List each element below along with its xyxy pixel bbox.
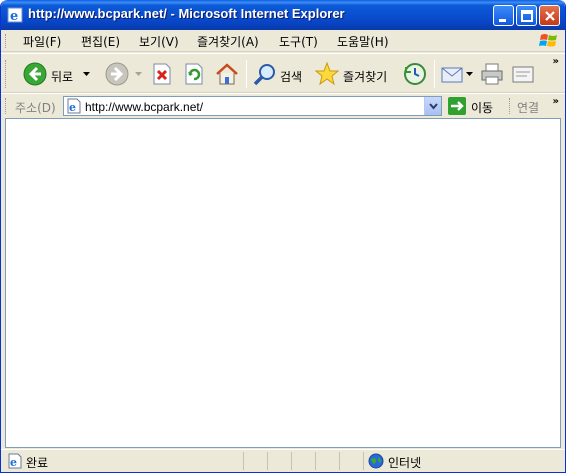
toolbar-separator	[434, 60, 435, 88]
minimize-button[interactable]	[493, 5, 514, 26]
menu-grip[interactable]	[5, 34, 8, 48]
links-label[interactable]: 연결	[517, 99, 539, 116]
edit-icon	[512, 66, 534, 83]
windows-logo-icon	[539, 34, 557, 47]
mail-icon	[441, 67, 463, 83]
address-label: 주소(D)	[15, 101, 56, 115]
history-button[interactable]	[401, 58, 429, 90]
menu-tools[interactable]: 도구(T)	[275, 33, 322, 50]
links-grip[interactable]	[509, 98, 512, 114]
address-url: http://www.bcpark.net/	[85, 100, 204, 114]
window-title: http://www.bcpark.net/ - Microsoft Inter…	[28, 6, 345, 21]
menu-help[interactable]: 도움말(H)	[333, 33, 393, 50]
address-dropdown-button[interactable]	[424, 97, 441, 115]
address-input[interactable]: e http://www.bcpark.net/	[63, 96, 442, 116]
svg-text:e: e	[69, 101, 76, 114]
status-text: 완료	[26, 456, 49, 470]
print-icon	[481, 63, 503, 85]
forward-button[interactable]	[103, 58, 145, 90]
standard-toolbar: 뒤로 검색 즐겨찾기 »	[1, 53, 565, 93]
ie-page-icon: e	[8, 453, 22, 469]
menu-edit[interactable]: 편집(E)	[77, 33, 124, 50]
minimize-icon	[499, 19, 506, 22]
search-button[interactable]: 검색	[251, 58, 307, 90]
status-panel	[339, 452, 363, 470]
back-button[interactable]: 뒤로	[21, 58, 99, 90]
back-label: 뒤로	[51, 70, 74, 84]
maximize-button[interactable]	[516, 5, 537, 26]
back-arrow-icon	[23, 62, 47, 86]
favorites-button[interactable]: 즐겨찾기	[313, 58, 395, 90]
menu-view[interactable]: 보기(V)	[135, 33, 183, 50]
menu-file[interactable]: 파일(F)	[19, 33, 65, 50]
mail-dropdown-icon[interactable]	[466, 72, 473, 77]
globe-icon	[368, 453, 384, 469]
edit-button[interactable]	[509, 58, 537, 90]
svg-text:e: e	[10, 456, 17, 469]
home-icon	[216, 63, 238, 85]
maximize-icon	[521, 10, 533, 22]
back-dropdown-icon[interactable]	[83, 72, 90, 77]
chevron-down-icon	[429, 103, 438, 110]
history-icon	[404, 63, 426, 85]
ie-icon: e	[7, 7, 23, 23]
toolbar-overflow-chevron[interactable]: »	[553, 56, 559, 67]
address-grip[interactable]	[5, 98, 8, 114]
forward-dropdown-icon[interactable]	[135, 72, 142, 77]
status-panel	[267, 452, 291, 470]
close-icon	[545, 11, 555, 21]
status-bar: e 완료 인터넷	[1, 449, 565, 472]
status-panel	[315, 452, 339, 470]
search-icon	[253, 64, 275, 86]
favorites-label: 즐겨찾기	[343, 70, 388, 84]
star-icon	[315, 62, 339, 86]
print-button[interactable]	[478, 58, 506, 90]
toolbar-separator	[246, 60, 247, 88]
ie-window: e http://www.bcpark.net/ - Microsoft Int…	[0, 0, 566, 473]
zone-text: 인터넷	[388, 456, 422, 470]
home-button[interactable]	[213, 58, 241, 90]
title-bar[interactable]: e http://www.bcpark.net/ - Microsoft Int…	[1, 0, 565, 30]
search-label: 검색	[280, 70, 303, 84]
go-button[interactable]: 이동	[471, 99, 493, 116]
stop-icon	[153, 63, 171, 85]
page-icon: e	[67, 98, 81, 114]
refresh-button[interactable]	[181, 58, 207, 90]
stop-button[interactable]	[149, 58, 175, 90]
svg-text:e: e	[10, 9, 18, 23]
toolbar-grip[interactable]	[5, 60, 8, 88]
menu-bar: 파일(F) 편집(E) 보기(V) 즐겨찾기(A) 도구(T) 도움말(H)	[1, 30, 565, 52]
mail-button[interactable]	[439, 58, 475, 90]
links-overflow-chevron[interactable]: »	[553, 96, 559, 107]
status-panel	[291, 452, 315, 470]
page-content[interactable]	[5, 118, 561, 448]
refresh-icon	[185, 63, 203, 85]
close-button[interactable]	[539, 5, 560, 26]
menu-favorites[interactable]: 즐겨찾기(A)	[193, 33, 263, 50]
forward-arrow-icon	[105, 62, 129, 86]
status-panel	[243, 452, 267, 470]
address-bar: 주소(D) e http://www.bcpark.net/ 이동 연결 »	[1, 93, 565, 117]
go-arrow-icon[interactable]	[448, 97, 466, 115]
